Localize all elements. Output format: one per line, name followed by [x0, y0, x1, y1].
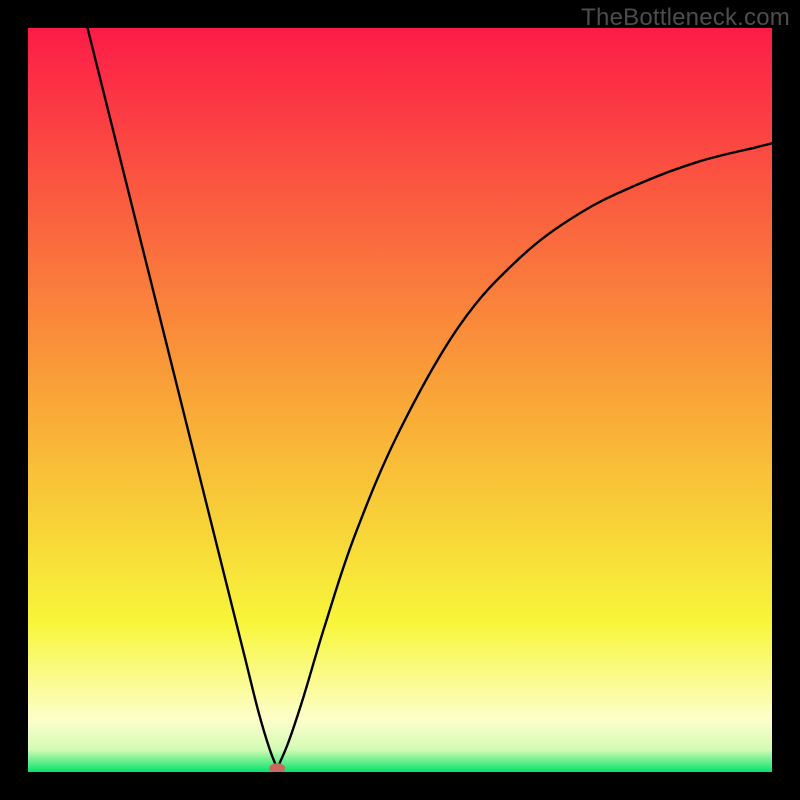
plot-area	[28, 28, 772, 772]
gradient-background	[28, 28, 772, 772]
chart-svg	[28, 28, 772, 772]
chart-frame: TheBottleneck.com	[0, 0, 800, 800]
watermark-text: TheBottleneck.com	[581, 4, 790, 32]
